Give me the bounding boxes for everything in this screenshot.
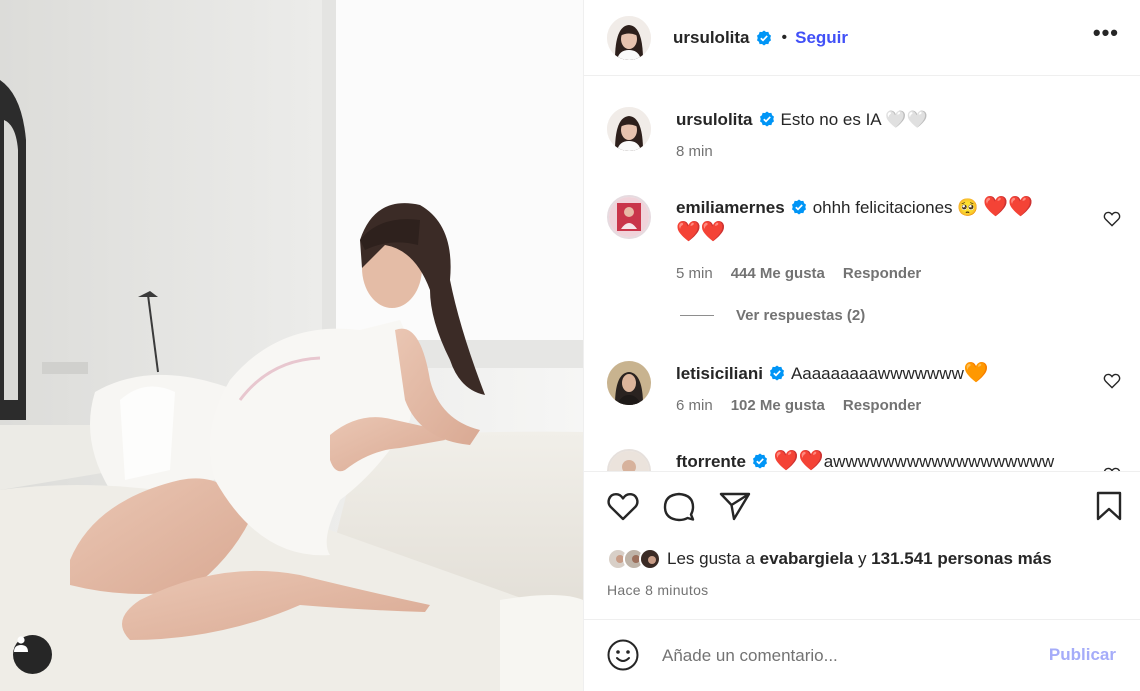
reply-button[interactable]: Responder: [843, 397, 921, 414]
caption: ursulolita Esto no es IA 🤍🤍 8 min: [607, 107, 1127, 177]
comment-avatar[interactable]: [607, 195, 651, 239]
follow-button[interactable]: Seguir: [795, 28, 848, 48]
comment-likes[interactable]: 444 Me gusta: [731, 265, 825, 282]
header-separator: •: [781, 28, 788, 46]
author-avatar[interactable]: [607, 15, 651, 60]
likes-user[interactable]: evabargiela: [760, 549, 854, 568]
view-replies-label: Ver respuestas (2): [736, 307, 866, 324]
reply-button[interactable]: Responder: [843, 265, 921, 282]
verified-badge-icon: [752, 453, 767, 469]
comment-avatar[interactable]: [607, 361, 651, 405]
caption-time: 8 min: [676, 143, 713, 160]
tagged-users-button[interactable]: [13, 635, 52, 674]
post-side-panel: ursulolita • Seguir ••• ursulolita Esto …: [583, 0, 1140, 691]
comment-text: ohhh felicitaciones 🥺: [812, 198, 979, 217]
caption-body: ursulolita Esto no es IA 🤍🤍: [676, 107, 1086, 132]
user-tag-icon: [14, 636, 28, 652]
likes-prefix: Les gusta a: [667, 549, 755, 568]
comment-item: emiliamernes ohhh felicitaciones 🥺 ❤️❤️ …: [607, 195, 1127, 285]
comment-likes[interactable]: 102 Me gusta: [731, 397, 825, 414]
comment-text: awwwwwwwwwwwwwwwwww: [823, 452, 1055, 471]
likes-count[interactable]: 131.541 personas más: [871, 549, 1052, 568]
caption-avatar[interactable]: [607, 107, 651, 151]
paper-plane-icon[interactable]: [718, 490, 752, 522]
comment-like-icon[interactable]: [1103, 211, 1121, 227]
comment-time: 6 min: [676, 397, 713, 414]
caption-username[interactable]: ursulolita: [676, 110, 753, 129]
heart-outline-icon[interactable]: [606, 490, 640, 522]
comment-username[interactable]: ftorrente: [676, 452, 746, 471]
verified-badge-icon: [756, 30, 771, 45]
likes-conj: y: [857, 549, 867, 568]
caption-meta: 8 min: [676, 143, 713, 160]
avatar-image: [609, 451, 649, 471]
more-options-icon[interactable]: •••: [1093, 20, 1119, 46]
comment-emoji: 🧡: [963, 362, 989, 384]
comment-body: ftorrente ❤️❤️awwwwwwwwwwwwwwwwww: [676, 449, 1086, 471]
comment-time: 5 min: [676, 265, 713, 282]
comment-meta: 6 min 102 Me gusta Responder: [676, 397, 921, 414]
comment-avatar[interactable]: [607, 449, 651, 471]
verified-badge-icon: [759, 111, 774, 127]
comment-meta: 5 min 444 Me gusta Responder: [676, 265, 921, 282]
caption-text: Esto no es IA 🤍🤍: [780, 110, 928, 129]
avatar-image: [609, 197, 649, 237]
comment-composer: Publicar: [584, 619, 1140, 691]
comments-list[interactable]: ursulolita Esto no es IA 🤍🤍 8 min emilia…: [584, 77, 1140, 471]
comment-item: letisiciliani Aaaaaaaaawwwwwww🧡 6 min 10…: [607, 361, 1127, 431]
comment-username[interactable]: emiliamernes: [676, 198, 785, 217]
view-replies-button[interactable]: Ver respuestas (2): [680, 307, 865, 324]
post-timestamp: Hace 8 minutos: [607, 582, 709, 598]
comment-bubble-icon[interactable]: [662, 490, 696, 522]
replies-line: [680, 315, 714, 316]
author-username[interactable]: ursulolita: [673, 28, 750, 48]
smiley-icon[interactable]: [606, 638, 640, 672]
photo-illustration: [0, 0, 583, 691]
verified-badge-icon: [791, 199, 806, 215]
comment-text: Aaaaaaaaawwwwwww: [790, 364, 964, 383]
instagram-post: ursulolita • Seguir ••• ursulolita Esto …: [0, 0, 1140, 691]
comment-item: ftorrente ❤️❤️awwwwwwwwwwwwwwwwww: [607, 449, 1127, 471]
likes-text: Les gusta a evabargiela y 131.541 person…: [667, 549, 1052, 569]
comment-body: emiliamernes ohhh felicitaciones 🥺 ❤️❤️ …: [676, 195, 1086, 245]
verified-badge-icon: [769, 365, 784, 381]
post-photo[interactable]: [0, 0, 583, 691]
comment-emoji: ❤️❤️: [773, 450, 824, 471]
bookmark-icon[interactable]: [1095, 490, 1123, 522]
avatar-image: [607, 107, 651, 151]
comment-emoji: ❤️❤️: [983, 196, 1033, 218]
avatar-image: [607, 15, 651, 60]
liker-avatar: [639, 548, 661, 570]
comment-body: letisiciliani Aaaaaaaaawwwwwww🧡: [676, 361, 1086, 386]
avatar-image: [607, 361, 651, 405]
publish-button[interactable]: Publicar: [1049, 645, 1116, 665]
comment-like-icon[interactable]: [1103, 373, 1121, 389]
comment-emoji-line2: ❤️❤️: [676, 221, 726, 243]
post-actions: Les gusta a evabargiela y 131.541 person…: [584, 471, 1140, 619]
comment-input[interactable]: [662, 640, 1042, 672]
likes-summary[interactable]: Les gusta a evabargiela y 131.541 person…: [607, 548, 1052, 570]
comment-username[interactable]: letisiciliani: [676, 364, 763, 383]
post-header: ursulolita • Seguir •••: [584, 0, 1140, 76]
